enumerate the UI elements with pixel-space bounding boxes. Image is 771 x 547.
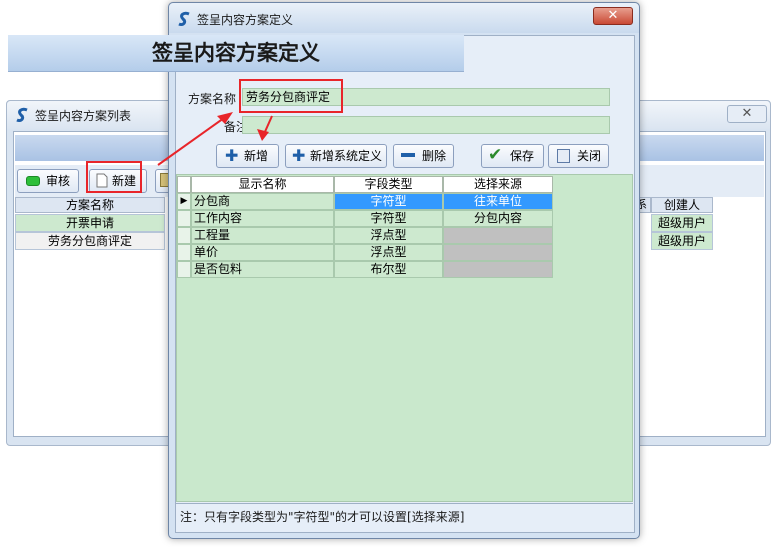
annotation-arrows	[157, 112, 273, 166]
arrow-head-icon	[257, 129, 269, 141]
arrow-line-to-scheme-name	[157, 117, 225, 166]
